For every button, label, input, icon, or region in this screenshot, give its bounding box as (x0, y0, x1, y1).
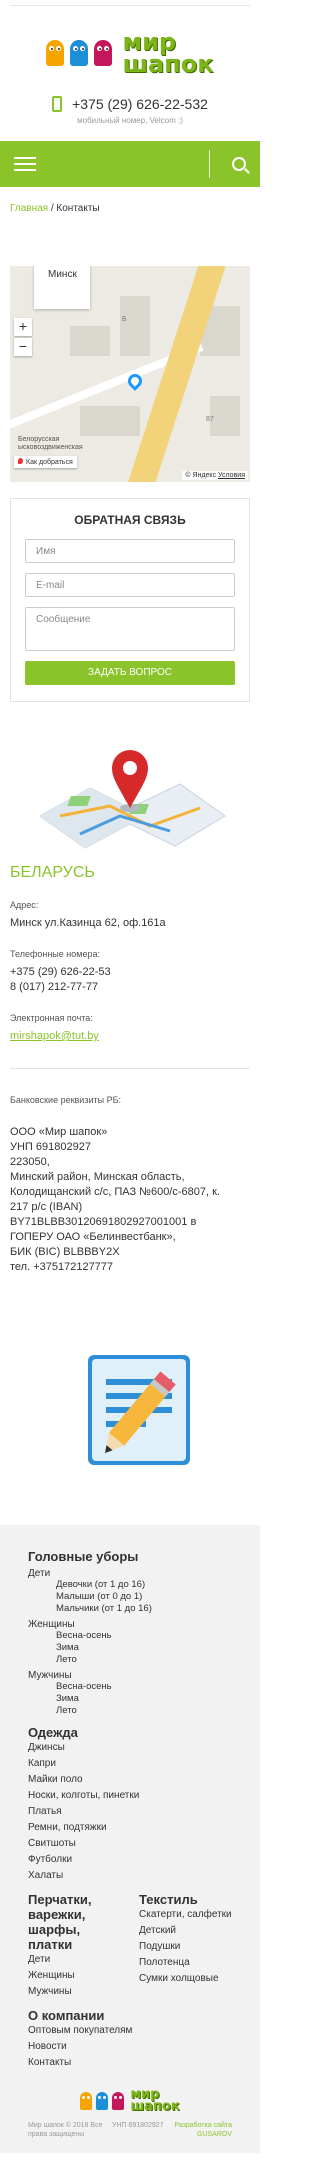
yandex-map[interactable]: Минск + − Б 87 Белорусская ысковоздвижен… (10, 266, 250, 482)
bank-details-label: Банковские реквизиты РБ: (10, 1095, 121, 1105)
email-input[interactable]: E-mail (25, 573, 235, 597)
footer-link[interactable]: Футболки (28, 1852, 232, 1868)
map-terms-link[interactable]: Условия (218, 472, 245, 479)
map-zoom-in-button[interactable]: + (14, 318, 32, 336)
footer-link[interactable]: Мужчины (28, 1670, 232, 1681)
monster-blue-icon (70, 40, 89, 66)
footer-link[interactable]: Женщины (28, 1968, 121, 1984)
contact-email-link[interactable]: mirshapok@tut.by (10, 1030, 99, 1042)
header-phone: +375 (29) 626-22-532 мобильный номер, Ve… (0, 96, 260, 133)
footer-sublink[interactable]: Зима (28, 1642, 232, 1654)
address-value: Минск ул.Казинца 62, оф.161а (10, 917, 166, 929)
footer-link[interactable]: Мужчины (28, 1984, 121, 2000)
map-house-number: Б (122, 316, 127, 323)
map-pin-illustration (0, 716, 260, 856)
footer-link[interactable]: Полотенца (139, 1955, 232, 1971)
footer-link[interactable]: Дети (28, 1568, 232, 1579)
bank-details: ООО «Мир шапок» УНП 691802927 223050, Ми… (10, 1126, 220, 1273)
footer-link[interactable]: Новости (28, 2039, 232, 2055)
map-house-number: 87 (206, 416, 214, 423)
map-street-label: Белорусская ысковоздвиженская (18, 436, 83, 451)
map-city-balloon: Минск (34, 266, 90, 309)
footer-sublink[interactable]: Мальчики (от 1 до 16) (28, 1603, 232, 1615)
header-phone-number[interactable]: +375 (29) 626-22-532 (72, 96, 208, 112)
footer-company-title[interactable]: О компании (28, 2008, 232, 2023)
email-label: Электронная почта: (10, 1013, 93, 1023)
contact-phone-2[interactable]: 8 (017) 212-77-77 (10, 980, 250, 995)
footer-link[interactable]: Носки, колготы, пинетки (28, 1788, 232, 1804)
feedback-form: ОБРАТНАЯ СВЯЗЬ Имя E-mail Сообщение ЗАДА… (10, 498, 250, 702)
footer-sublink[interactable]: Лето (28, 1654, 232, 1666)
phone-note: мобильный номер, Velcom :) (77, 116, 183, 125)
breadcrumb-home-link[interactable]: Главная (10, 203, 48, 214)
footer-copyright: Мир шапок © 2018 Все права защищены (28, 2122, 103, 2138)
footer-headwear-title[interactable]: Головные уборы (28, 1549, 232, 1564)
document-pencil-illustration (0, 1335, 260, 1485)
pencil-document-icon (88, 1355, 190, 1465)
footer-link[interactable]: Скатерти, салфетки (139, 1907, 232, 1923)
map-route-button[interactable]: Как добраться (14, 456, 77, 468)
footer-link[interactable]: Майки поло (28, 1772, 232, 1788)
country-heading: БЕЛАРУСЬ (10, 864, 95, 881)
footer-link[interactable]: Джинсы (28, 1740, 232, 1756)
navbar-divider (209, 150, 210, 178)
footer-sublink[interactable]: Зима (28, 1693, 232, 1705)
footer-gloves-title[interactable]: Перчатки, варежки, шарфы, платки (28, 1892, 121, 1952)
footer-bottom: Мир шапок © 2018 Все права защищены УНП … (28, 2121, 232, 2145)
footer-logo-text: мир шапок (130, 2087, 180, 2114)
logo-text: мир шапок (122, 28, 214, 78)
footer-sublink[interactable]: Лето (28, 1705, 232, 1717)
monster-orange-icon (46, 40, 65, 66)
footer-link[interactable]: Платья (28, 1804, 232, 1820)
breadcrumb-current: Контакты (56, 203, 100, 214)
main-navbar (0, 141, 260, 187)
footer-unp: УНП 691802927 (112, 2122, 164, 2129)
footer-link[interactable]: Оптовым покупателям (28, 2023, 232, 2039)
feedback-title: ОБРАТНАЯ СВЯЗЬ (74, 513, 186, 527)
ask-question-button[interactable]: ЗАДАТЬ ВОПРОС (25, 661, 235, 685)
footer-sublink[interactable]: Девочки (от 1 до 16) (28, 1579, 232, 1591)
monster-pink-icon (112, 2092, 125, 2110)
monster-orange-icon (80, 2092, 93, 2110)
footer-logo[interactable]: мир шапок (28, 2087, 232, 2114)
footer-sublink[interactable]: Весна-осень (28, 1681, 232, 1693)
footer-link[interactable]: Женщины (28, 1619, 232, 1630)
footer-link[interactable]: Халаты (28, 1868, 232, 1884)
footer-link[interactable]: Капри (28, 1756, 232, 1772)
monster-pink-icon (94, 40, 113, 66)
message-textarea[interactable]: Сообщение (25, 607, 235, 651)
top-divider (10, 0, 250, 6)
phones-label: Телефонные номера: (10, 949, 100, 959)
footer-textile-title[interactable]: Текстиль (139, 1892, 232, 1907)
contact-details: Адрес: Минск ул.Казинца 62, оф.161а Теле… (0, 900, 260, 1044)
footer-link[interactable]: Контакты (28, 2055, 232, 2071)
site-logo[interactable]: мир шапок (0, 10, 260, 96)
footer-link[interactable]: Ремни, подтяжки (28, 1820, 232, 1836)
folded-map-icon (39, 750, 226, 849)
section-divider (10, 1068, 250, 1069)
footer-clothes-title[interactable]: Одежда (28, 1725, 232, 1740)
footer-link[interactable]: Сумки холщовые (139, 1971, 232, 1987)
map-copyright: © Яндекс Условия (182, 471, 248, 480)
footer-link[interactable]: Дети (28, 1952, 121, 1968)
burger-icon[interactable] (14, 157, 36, 171)
name-input[interactable]: Имя (25, 539, 235, 563)
breadcrumb: Главная / Контакты (10, 203, 100, 214)
search-icon[interactable] (232, 157, 246, 171)
contact-phone-1[interactable]: +375 (29) 626-22-53 (10, 965, 250, 980)
footer-sublink[interactable]: Малыши (от 0 до 1) (28, 1591, 232, 1603)
map-zoom-out-button[interactable]: − (14, 338, 32, 356)
monster-blue-icon (96, 2092, 109, 2110)
footer-sublink[interactable]: Весна-осень (28, 1630, 232, 1642)
developer-link[interactable]: Разработка сайта GUSAROV (174, 2121, 232, 2139)
footer-link[interactable]: Подушки (139, 1939, 232, 1955)
address-label: Адрес: (10, 900, 39, 910)
footer-link[interactable]: Свитшоты (28, 1836, 232, 1852)
site-footer: Головные уборы Дети Девочки (от 1 до 16)… (0, 1525, 260, 2153)
mobile-phone-icon (52, 96, 63, 112)
footer-link[interactable]: Детский (139, 1923, 232, 1939)
